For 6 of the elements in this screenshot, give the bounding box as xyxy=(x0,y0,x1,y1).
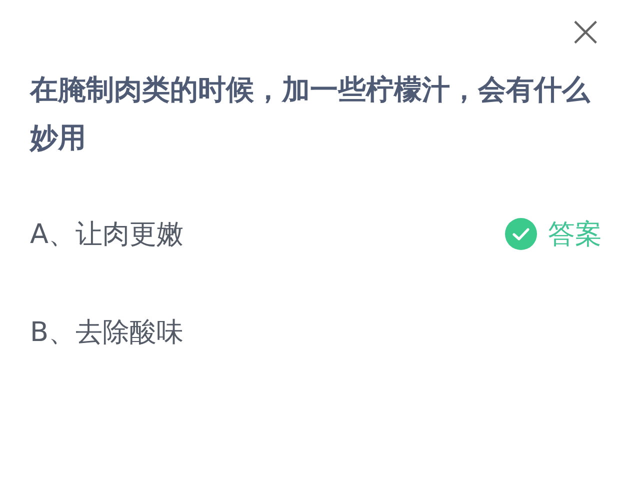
option-text[interactable]: B、去除酸味 xyxy=(30,314,184,350)
option-text[interactable]: A、让肉更嫩 xyxy=(30,216,184,252)
answer-label: 答案 xyxy=(548,218,602,252)
question-text: 在腌制肉类的时候，加一些柠檬汁，会有什么妙用 xyxy=(30,72,592,156)
check-icon xyxy=(504,217,538,251)
close-button[interactable]: × xyxy=(565,12,606,52)
